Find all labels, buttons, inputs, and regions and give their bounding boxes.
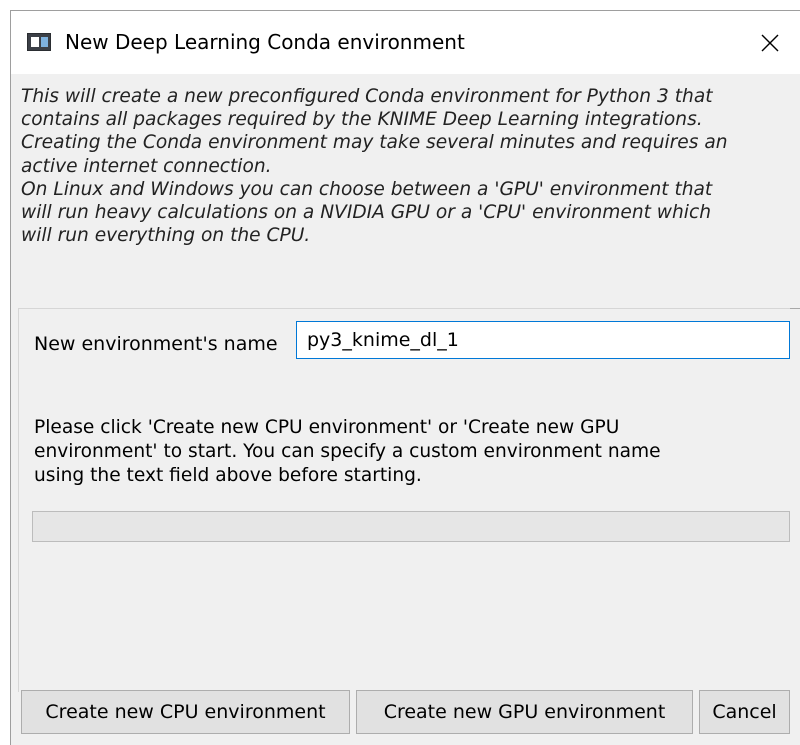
instructions-line: environment' to start. You can specify a… <box>34 441 661 462</box>
window-icon <box>27 33 51 51</box>
create-gpu-environment-button[interactable]: Create new GPU environment <box>356 690 693 734</box>
description-line: contains all packages required by the KN… <box>21 109 703 131</box>
close-button[interactable] <box>746 21 794 65</box>
environment-name-label: New environment's name <box>34 333 278 355</box>
title-bar[interactable]: New Deep Learning Conda environment <box>11 11 800 74</box>
content-panel <box>18 308 790 692</box>
environment-name-input[interactable] <box>296 321 790 359</box>
description-line: will run heavy calculations on a NVIDIA … <box>21 201 711 223</box>
instructions-line: Please click 'Create new CPU environment… <box>34 417 620 438</box>
progress-bar <box>32 511 790 542</box>
description-line: On Linux and Windows you can choose betw… <box>21 178 713 200</box>
description-line: will run everything on the CPU. <box>21 225 311 247</box>
description-line: This will create a new preconfigured Con… <box>21 86 713 107</box>
create-cpu-environment-button[interactable]: Create new CPU environment <box>21 690 350 734</box>
description-line: Creating the Conda environment may take … <box>21 132 728 154</box>
window-title: New Deep Learning Conda environment <box>65 30 465 54</box>
description-text: This will create a new preconfigured Con… <box>21 85 800 247</box>
instructions-text: Please click 'Create new CPU environment… <box>34 416 774 488</box>
instructions-line: using the text field above before starti… <box>34 465 422 486</box>
close-icon <box>761 34 779 52</box>
description-line: active internet connection. <box>21 155 272 177</box>
cancel-button[interactable]: Cancel <box>699 690 790 734</box>
